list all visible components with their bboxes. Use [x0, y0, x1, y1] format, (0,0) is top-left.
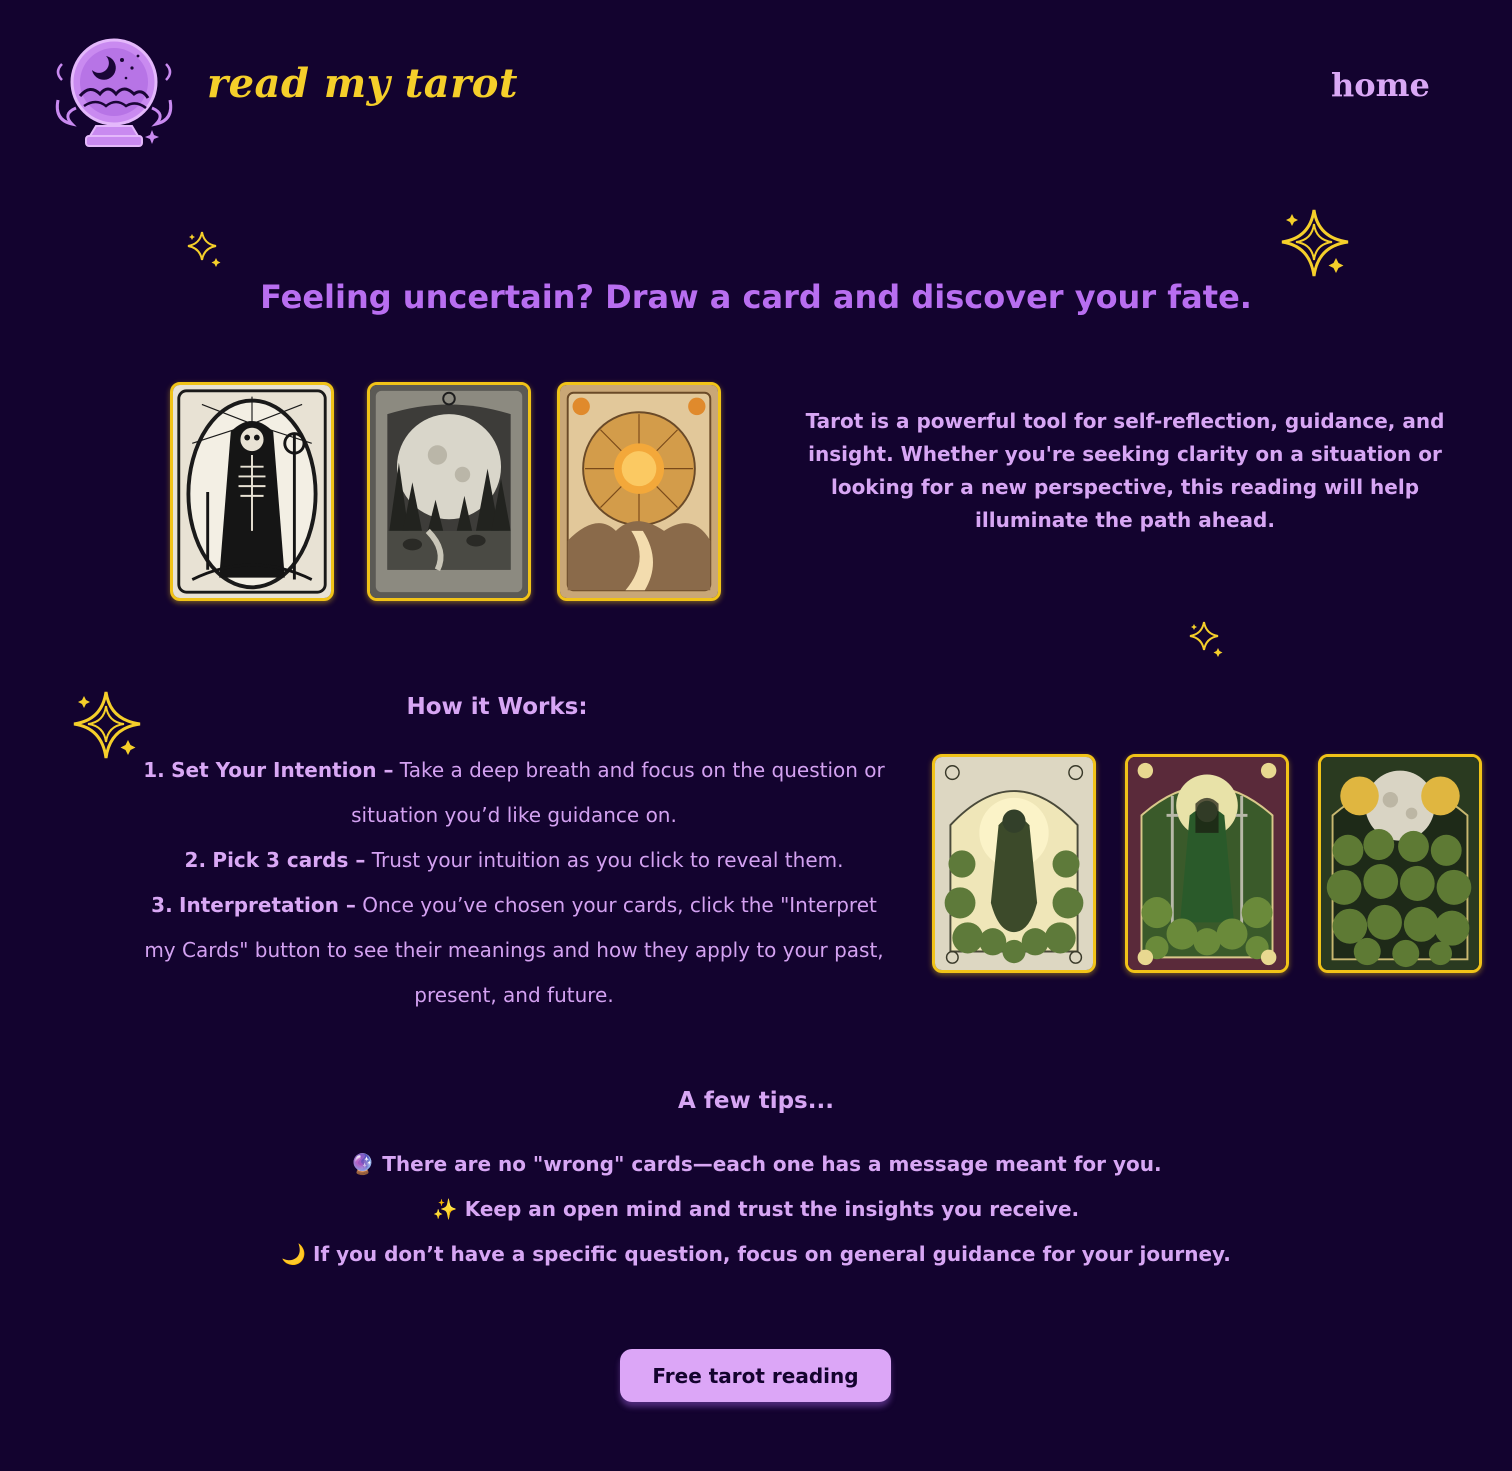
tip-text: There are no "wrong" cards—each one has …: [382, 1152, 1162, 1176]
step-label: Interpretation –: [179, 893, 356, 917]
crescent-moon-icon: 🌙: [281, 1242, 307, 1266]
skeleton-card-image: [170, 382, 334, 601]
step-label: Pick 3 cards –: [212, 848, 366, 872]
step-label: Set Your Intention –: [171, 758, 394, 782]
step-number: 3.: [151, 893, 173, 917]
crystal-ball-logo-icon[interactable]: [52, 30, 178, 152]
tip-text: Keep an open mind and trust the insights…: [464, 1197, 1080, 1221]
steps-list: 1. Set Your Intention – Take a deep brea…: [142, 748, 886, 1018]
hero-title: Feeling uncertain? Draw a card and disco…: [260, 278, 1252, 316]
bear-card-image: [932, 754, 1096, 973]
step-item: 1. Set Your Intention – Take a deep brea…: [142, 748, 886, 838]
tips-list: 🔮 There are no "wrong" cards—each one ha…: [0, 1142, 1512, 1277]
moon-vines-card-image: [1318, 754, 1482, 973]
tip-text: If you don’t have a specific question, f…: [313, 1242, 1231, 1266]
step-number: 2.: [184, 848, 207, 872]
step-item: 3. Interpretation – Once you’ve chosen y…: [142, 883, 886, 1018]
step-text: Trust your intuition as you click to rev…: [371, 848, 844, 872]
moon-forest-card-image: [367, 382, 531, 601]
intro-text: Tarot is a powerful tool for self-reflec…: [805, 409, 1445, 532]
crystal-ball-icon: 🔮: [350, 1152, 376, 1176]
sun-card-image: [557, 382, 721, 601]
sparkle-icon: [73, 691, 141, 759]
how-it-works-title: How it Works:: [406, 694, 588, 720]
sparkle-icon: [1281, 209, 1349, 277]
tip-item: 🌙 If you don’t have a specific question,…: [0, 1232, 1512, 1277]
tip-item: ✨ Keep an open mind and trust the insigh…: [0, 1187, 1512, 1232]
warrior-card-image: [1125, 754, 1289, 973]
step-text: Take a deep breath and focus on the ques…: [351, 758, 885, 827]
sparkle-icon: [1189, 621, 1223, 657]
tip-item: 🔮 There are no "wrong" cards—each one ha…: [0, 1142, 1512, 1187]
nav-home-link[interactable]: home: [1331, 66, 1430, 104]
page: read my tarot home Feeling uncertain? Dr…: [0, 0, 1512, 1471]
tips-title: A few tips...: [678, 1088, 834, 1114]
free-tarot-reading-button[interactable]: Free tarot reading: [620, 1349, 891, 1402]
step-item: 2. Pick 3 cards – Trust your intuition a…: [142, 838, 886, 883]
sparkle-icon: [187, 231, 221, 267]
step-number: 1.: [143, 758, 165, 782]
sparkles-icon: ✨: [432, 1197, 458, 1221]
brand-name[interactable]: read my tarot: [207, 60, 518, 107]
